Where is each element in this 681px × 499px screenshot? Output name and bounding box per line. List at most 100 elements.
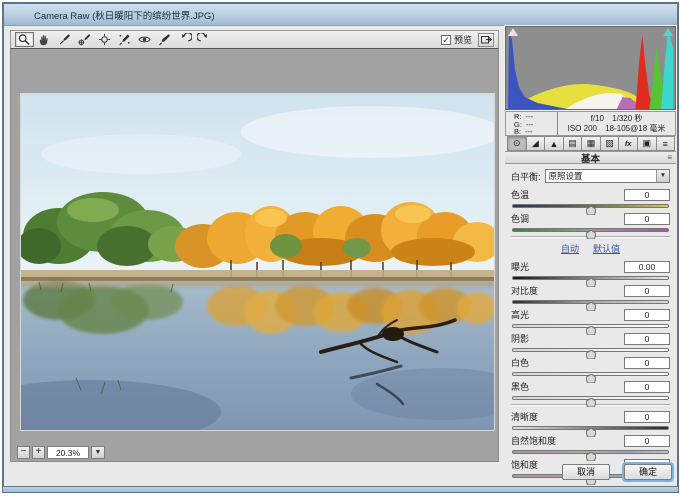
blacks-slider-track[interactable] <box>512 394 669 408</box>
tab-presets[interactable]: ≡ <box>656 136 676 151</box>
panel-title: 基本 <box>580 153 600 165</box>
zoom-level-dropdown-icon[interactable]: ▼ <box>91 445 105 459</box>
exposure-slider-thumb[interactable] <box>584 274 597 288</box>
rotate-right-tool-icon[interactable] <box>195 32 214 47</box>
tab-effects-icon: fx <box>624 139 632 148</box>
whites-slider-track[interactable] <box>512 370 669 384</box>
blacks-slider-row: 黑色 0 <box>511 380 670 408</box>
window-frame-bottom <box>2 486 679 493</box>
whites-value[interactable]: 0 <box>624 356 670 369</box>
clarity-label: 清晰度 <box>511 412 539 422</box>
titlebar[interactable]: Camera Raw (秋日暖阳下的缤纷世界.JPG) <box>4 4 677 26</box>
highlights-value[interactable]: 0 <box>624 308 670 321</box>
clarity-slider-track[interactable] <box>512 424 669 438</box>
highlights-label: 高光 <box>511 310 530 320</box>
whites-label: 白色 <box>511 358 530 368</box>
zoom-in-button[interactable]: + <box>32 445 45 459</box>
panel-menu-icon[interactable]: ≡ <box>667 153 672 162</box>
camera-raw-dialog: Camera Raw (秋日暖阳下的缤纷世界.JPG) ✓ 预览 − + 20.… <box>2 2 679 491</box>
temperature-slider-track[interactable] <box>512 202 669 216</box>
tab-camera-calibration[interactable]: ▣ <box>637 136 657 151</box>
tab-hsl-grayscale-icon: ▤ <box>568 138 577 148</box>
rgb-row: B: --- <box>514 128 557 136</box>
red-eye-tool-icon[interactable] <box>135 32 154 47</box>
aperture-value: f/10 <box>590 114 604 123</box>
tab-effects[interactable]: fx <box>619 136 638 151</box>
contrast-slider-thumb[interactable] <box>584 298 597 312</box>
tab-tone-curve[interactable]: ◢ <box>526 136 546 151</box>
zoom-tool-icon[interactable] <box>15 32 34 47</box>
fullscreen-toggle-button[interactable] <box>478 32 494 47</box>
vibrance-slider-track[interactable] <box>512 448 669 462</box>
auto-link[interactable]: 自动 <box>561 242 579 255</box>
white-balance-value: 原照设置 <box>548 171 583 181</box>
default-link[interactable]: 默认值 <box>593 242 620 255</box>
blacks-value[interactable]: 0 <box>624 380 670 393</box>
exposure-slider-track[interactable] <box>512 274 669 288</box>
vibrance-value[interactable]: 0 <box>624 434 670 447</box>
vibrance-slider-thumb[interactable] <box>584 448 597 462</box>
panel-tabs: ⊙ ◢ ▲ ▤ ▦ ▧ fx ▣ ≡ <box>507 136 676 151</box>
tab-basic[interactable]: ⊙ <box>507 136 527 151</box>
zoom-out-button[interactable]: − <box>17 445 30 459</box>
zoom-level-value[interactable]: 20.3% <box>47 445 89 459</box>
tint-value[interactable]: 0 <box>624 212 670 225</box>
window-title: Camera Raw (秋日暖阳下的缤纷世界.JPG) <box>34 10 215 22</box>
blacks-label: 黑色 <box>511 382 530 392</box>
tint-slider-row: 色调 0 <box>511 212 670 240</box>
contrast-slider-track[interactable] <box>512 298 669 312</box>
exif-info-box: R: --- G: --- B: --- f/10 1/320 秒 ISO 200 18-… <box>505 111 676 136</box>
preview-canvas[interactable]: − + 20.3% ▼ <box>10 49 499 462</box>
tab-lens-corrections[interactable]: ▧ <box>600 136 620 151</box>
whites-slider-thumb[interactable] <box>584 370 597 384</box>
exposure-slider-row: 曝光 0.00 <box>511 260 670 288</box>
tint-slider-thumb[interactable] <box>584 226 597 240</box>
color-sampler-tool-icon[interactable] <box>75 32 94 47</box>
adjustments-panel: R: --- G: --- B: --- f/10 1/320 秒 ISO 200 18-… <box>502 26 679 486</box>
rgb-channel-label: B: <box>514 127 522 136</box>
shadows-slider-thumb[interactable] <box>584 346 597 360</box>
blacks-slider-thumb[interactable] <box>584 394 597 408</box>
hand-tool-icon[interactable] <box>35 32 54 47</box>
cancel-button[interactable]: 取消 <box>562 464 610 480</box>
contrast-value[interactable]: 0 <box>624 284 670 297</box>
clarity-value[interactable]: 0 <box>624 410 670 423</box>
saturation-label: 饱和度 <box>511 460 539 470</box>
tint-label: 色调 <box>511 214 530 224</box>
contrast-slider-row: 对比度 0 <box>511 284 670 312</box>
tab-lens-corrections-icon: ▧ <box>605 138 614 148</box>
lens-value: 18-105@18 毫米 <box>605 124 666 133</box>
zoom-control: − + 20.3% ▼ <box>17 445 105 459</box>
vibrance-slider-row: 自然饱和度 0 <box>511 434 670 462</box>
highlights-slider-track[interactable] <box>512 322 669 336</box>
exposure-value[interactable]: 0.00 <box>624 260 670 273</box>
white-balance-sliders: 色温 0 色调 0 <box>511 188 670 240</box>
tab-detail[interactable]: ▲ <box>545 136 564 151</box>
basic-controls: 白平衡: 原照设置 ▼ 色温 0 色调 0 自动 默认值 曝光 0.00 对比度 0 高光 0 阴… <box>505 165 676 486</box>
targeted-adjustment-tool-icon[interactable] <box>95 32 114 47</box>
tab-split-toning[interactable]: ▦ <box>582 136 601 151</box>
photo-preview[interactable] <box>21 94 494 430</box>
shadows-value[interactable]: 0 <box>624 332 670 345</box>
temperature-slider-row: 色温 0 <box>511 188 670 216</box>
white-balance-tool-icon[interactable] <box>55 32 74 47</box>
white-balance-select[interactable]: 原照设置 ▼ <box>544 169 670 183</box>
highlights-slider-thumb[interactable] <box>584 322 597 336</box>
exposure-info: f/10 1/320 秒 ISO 200 18-105@18 毫米 <box>558 112 675 135</box>
spot-removal-tool-icon[interactable] <box>115 32 134 47</box>
tint-slider-track[interactable] <box>512 226 669 240</box>
whites-slider-row: 白色 0 <box>511 356 670 384</box>
temperature-slider-thumb[interactable] <box>584 202 597 216</box>
tab-hsl-grayscale[interactable]: ▤ <box>563 136 583 151</box>
ok-button[interactable]: 确定 <box>624 464 672 480</box>
adjustment-brush-tool-icon[interactable] <box>155 32 174 47</box>
tab-split-toning-icon: ▦ <box>586 138 596 148</box>
contrast-label: 对比度 <box>511 286 539 296</box>
tab-presets-icon: ≡ <box>662 138 668 149</box>
shadows-slider-track[interactable] <box>512 346 669 360</box>
clarity-slider-thumb[interactable] <box>584 424 597 438</box>
fullscreen-icon <box>480 36 492 44</box>
temperature-value[interactable]: 0 <box>624 188 670 201</box>
rotate-left-tool-icon[interactable] <box>175 32 194 47</box>
preview-checkbox[interactable]: ✓ 预览 <box>440 33 472 46</box>
